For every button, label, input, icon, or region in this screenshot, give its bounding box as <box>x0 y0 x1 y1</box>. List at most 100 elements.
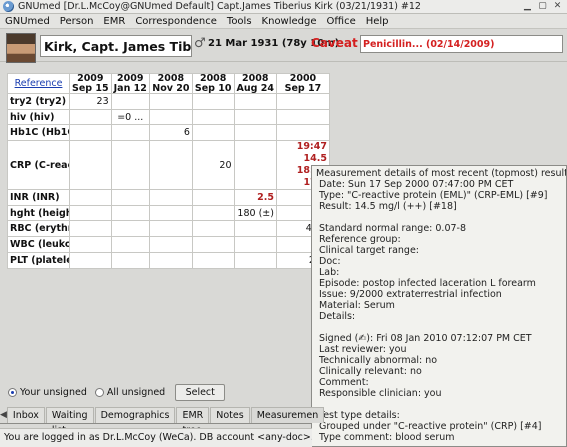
row-label[interactable]: CRP (C-reac <box>7 140 70 191</box>
grid-cell[interactable] <box>69 189 112 206</box>
menu-tools[interactable]: Tools <box>222 16 257 27</box>
tab-notes[interactable]: Notes <box>210 407 250 423</box>
grid-cell[interactable] <box>69 140 112 191</box>
grid-cell[interactable] <box>69 124 112 142</box>
grid-cell[interactable] <box>69 204 112 222</box>
tab-scroll-left-icon[interactable]: ◀ <box>0 407 7 423</box>
grid-cell[interactable] <box>191 189 235 206</box>
all-unsigned-radio[interactable] <box>94 388 104 397</box>
tab-measurements[interactable]: Measuremen <box>250 407 325 423</box>
row-label[interactable]: INR (INR) <box>7 189 70 206</box>
grid-cell[interactable] <box>69 236 112 253</box>
grid-cell[interactable] <box>69 220 112 238</box>
grid-cell[interactable] <box>69 251 112 269</box>
column-header[interactable]: 2008 Aug 24 <box>233 73 277 94</box>
your-unsigned-label[interactable]: Your unsigned <box>20 387 87 398</box>
menu-help[interactable]: Help <box>361 16 394 27</box>
grid-cell[interactable] <box>110 204 150 222</box>
grid-cell[interactable] <box>191 124 235 142</box>
grid-cell[interactable] <box>191 93 235 110</box>
minimize-icon[interactable]: ▁ <box>522 1 533 12</box>
menu-gnumed[interactable]: GNUmed <box>0 16 55 27</box>
menu-correspondence[interactable]: Correspondence <box>130 16 222 27</box>
grid-cell[interactable] <box>191 204 235 222</box>
grid-cell[interactable] <box>233 220 277 238</box>
grid-cell[interactable] <box>110 251 150 269</box>
tab-demographics[interactable]: Demographics <box>94 407 176 423</box>
grid-cell[interactable] <box>148 204 193 222</box>
grid-cell[interactable] <box>275 108 330 126</box>
grid-cell[interactable] <box>110 93 150 110</box>
grid-cell[interactable] <box>148 140 193 191</box>
grid-cell[interactable] <box>110 140 150 191</box>
row-label[interactable]: try2 (try2) <box>7 93 70 110</box>
table-row[interactable]: INR (INR) 2.5 <box>7 189 330 206</box>
grid-cell[interactable] <box>110 189 150 206</box>
column-header[interactable]: 2009 Sep 15 <box>69 73 112 94</box>
grid-cell[interactable] <box>233 93 277 110</box>
row-label[interactable]: hiv (hiv) <box>7 108 70 126</box>
tab-waiting-list[interactable]: Waiting list <box>45 407 94 436</box>
grid-cell[interactable] <box>148 236 193 253</box>
grid-cell[interactable]: 20 <box>191 140 235 191</box>
tab-inbox[interactable]: Inbox <box>6 407 45 423</box>
your-unsigned-radio[interactable] <box>8 388 17 397</box>
grid-cell[interactable] <box>110 124 150 142</box>
row-label[interactable]: WBC (leukoc <box>7 236 70 253</box>
grid-cell[interactable] <box>148 251 193 269</box>
caveat-field[interactable]: Penicillin... (02/14/2009) <box>360 35 563 53</box>
grid-cell[interactable] <box>69 108 112 126</box>
table-row[interactable]: RBC (erythro 4.40 <box>7 220 330 238</box>
grid-cell[interactable] <box>191 220 235 238</box>
grid-cell[interactable] <box>233 251 277 269</box>
table-row[interactable]: hght (height) 180 (±) <box>7 204 330 222</box>
all-unsigned-label[interactable]: All unsigned <box>107 387 165 398</box>
row-label[interactable]: hght (height) <box>7 204 70 222</box>
column-header[interactable]: 2008 Nov 20 <box>148 73 193 94</box>
tab-emr-tree[interactable]: EMR tree <box>176 407 210 436</box>
table-row[interactable]: hiv (hiv) =0 ... <box>7 108 330 126</box>
patient-photo[interactable] <box>6 33 36 63</box>
grid-cell[interactable] <box>275 93 330 110</box>
menu-knowledge[interactable]: Knowledge <box>257 16 322 27</box>
row-label[interactable]: PLT (platelet <box>7 251 70 269</box>
grid-cell[interactable] <box>148 93 193 110</box>
grid-cell[interactable] <box>110 236 150 253</box>
grid-cell[interactable] <box>275 124 330 142</box>
measurements-grid[interactable]: Reference 2009 Sep 15 2009 Jan 12 2008 Nov … <box>7 73 330 269</box>
grid-cell[interactable] <box>148 189 193 206</box>
grid-cell[interactable]: 6 <box>148 124 193 142</box>
column-header[interactable]: 2009 Jan 12 <box>110 73 150 94</box>
table-row[interactable]: WBC (leukoc 9.5 <box>7 236 330 253</box>
table-row[interactable]: try2 (try2) 23 <box>7 93 330 110</box>
row-label[interactable]: RBC (erythro <box>7 220 70 238</box>
grid-cell[interactable] <box>233 124 277 142</box>
grid-cell[interactable] <box>233 140 277 191</box>
table-row[interactable]: Hb1C (Hb1C 6 <box>7 124 330 142</box>
table-row[interactable]: PLT (platelet 282 <box>7 251 330 269</box>
grid-cell[interactable]: =0 ... <box>110 108 150 126</box>
grid-cell[interactable] <box>233 108 277 126</box>
row-label[interactable]: Hb1C (Hb1C <box>7 124 70 142</box>
column-header[interactable]: 2000 Sep 17 <box>275 73 330 94</box>
table-row[interactable]: CRP (C-reac 20 19:47 14.5 18:23 17.3 <box>7 140 330 191</box>
grid-cell[interactable]: 23 <box>69 93 112 110</box>
menu-person[interactable]: Person <box>55 16 99 27</box>
select-button[interactable]: Select <box>175 384 226 401</box>
maximize-icon[interactable]: ▢ <box>537 1 548 12</box>
menu-office[interactable]: Office <box>322 16 361 27</box>
column-header[interactable]: 2008 Sep 10 <box>191 73 235 94</box>
menu-emr[interactable]: EMR <box>98 16 130 27</box>
grid-cell[interactable]: 2.5 <box>233 189 277 206</box>
grid-cell[interactable] <box>148 108 193 126</box>
grid-cell[interactable] <box>191 236 235 253</box>
grid-cell[interactable] <box>148 220 193 238</box>
grid-cell[interactable] <box>233 236 277 253</box>
grid-cell[interactable] <box>110 220 150 238</box>
grid-cell[interactable]: 180 (±) <box>233 204 277 222</box>
grid-cell[interactable] <box>191 108 235 126</box>
close-icon[interactable]: ✕ <box>552 1 563 12</box>
reference-link[interactable]: Reference <box>7 73 70 94</box>
patient-name-field[interactable]: Kirk, Capt. James Tiberius <box>40 35 192 57</box>
grid-cell[interactable] <box>191 251 235 269</box>
